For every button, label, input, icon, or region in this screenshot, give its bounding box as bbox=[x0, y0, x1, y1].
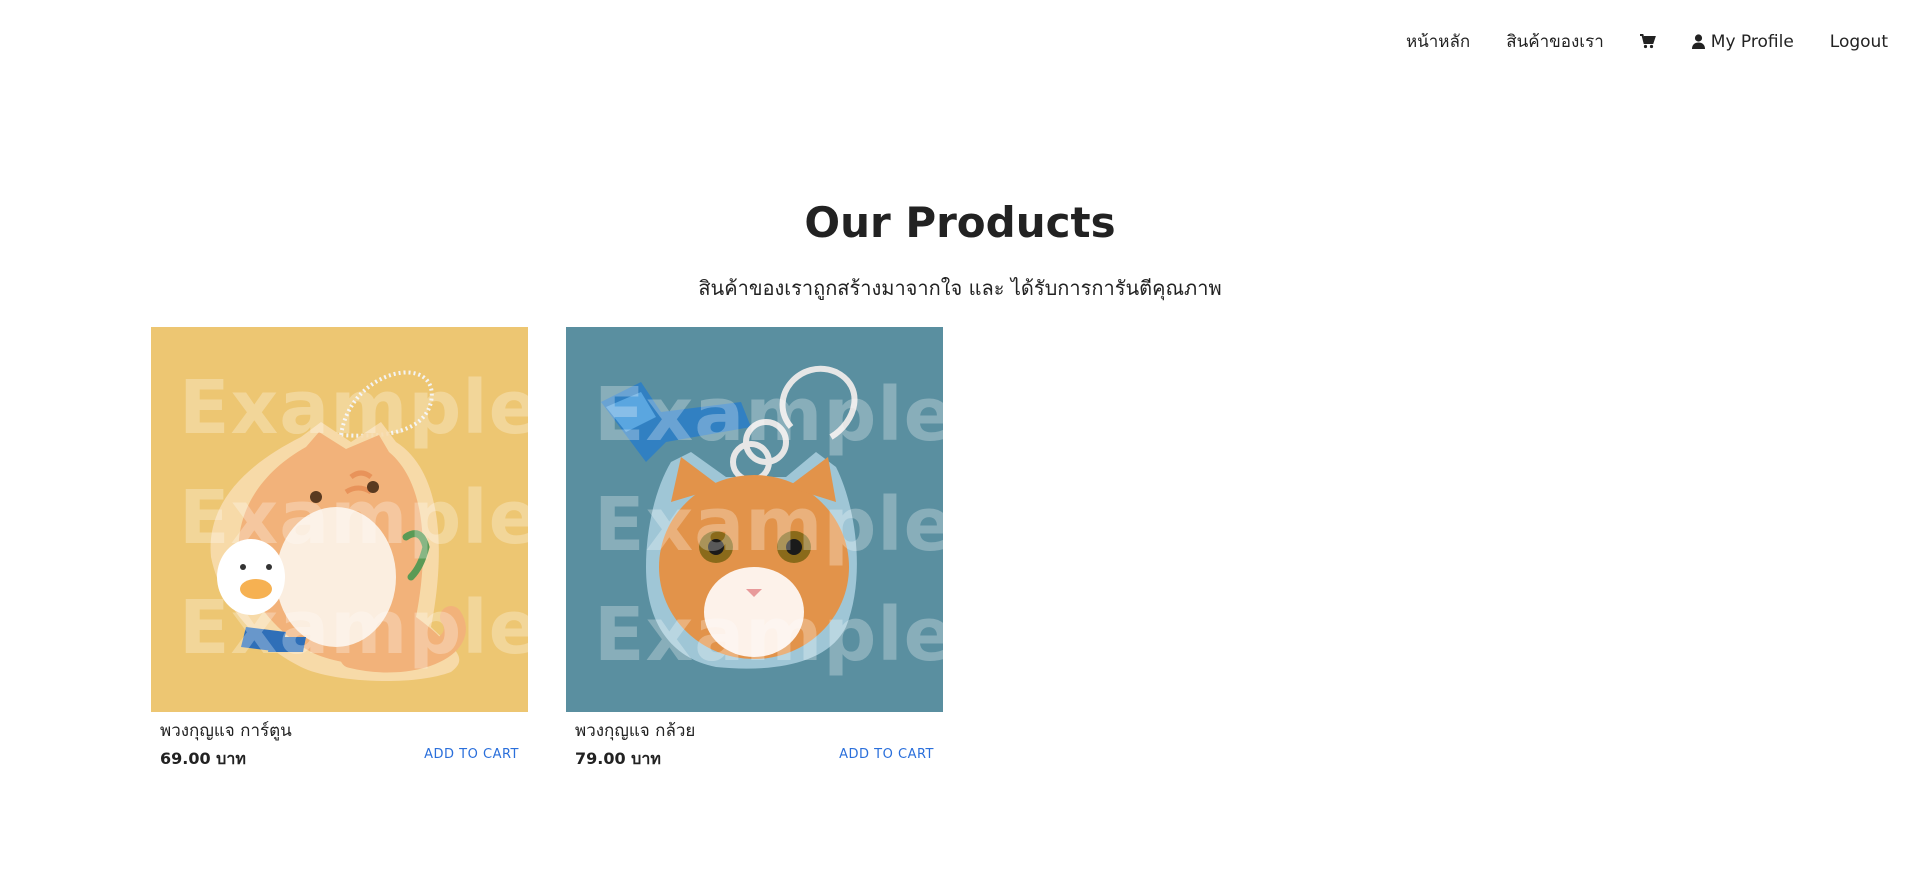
page-subtitle: สินค้าของเราถูกสร้างมาจากใจ และ ได้รับกา… bbox=[698, 276, 1222, 300]
nav-logout-link[interactable]: Logout bbox=[1830, 32, 1888, 52]
product-card: Example Example Example พวงกุญแจ กล้วย 7… bbox=[566, 327, 943, 777]
watermark-text: Example bbox=[179, 585, 528, 671]
product-name[interactable]: พวงกุญแจ การ์ตูน bbox=[160, 717, 292, 744]
user-icon bbox=[1691, 34, 1705, 49]
watermark-text: Example bbox=[594, 372, 943, 458]
top-nav: หน้าหลัก สินค้าของเรา My Profile Logout bbox=[1406, 28, 1888, 55]
product-price: 79.00 บาท bbox=[575, 749, 661, 768]
watermark-text: Example bbox=[594, 592, 943, 678]
nav-cart-link[interactable] bbox=[1639, 34, 1656, 49]
nav-profile-link[interactable]: My Profile bbox=[1691, 31, 1794, 52]
watermark-text: Example bbox=[179, 475, 528, 561]
watermark-text: Example bbox=[179, 365, 528, 451]
product-image[interactable]: Example Example Example bbox=[566, 327, 943, 712]
nav-home-link[interactable]: หน้าหลัก bbox=[1406, 28, 1470, 55]
nav-products-link[interactable]: สินค้าของเรา bbox=[1506, 28, 1604, 55]
cart-icon bbox=[1639, 34, 1656, 49]
product-image[interactable]: Example Example Example bbox=[151, 327, 528, 712]
watermark-text: Example bbox=[594, 482, 943, 568]
add-to-cart-button[interactable]: ADD TO CART bbox=[424, 747, 519, 762]
product-price: 69.00 บาท bbox=[160, 749, 246, 768]
product-name[interactable]: พวงกุญแจ กล้วย bbox=[575, 717, 695, 744]
add-to-cart-button[interactable]: ADD TO CART bbox=[839, 747, 934, 762]
page-title: Our Products bbox=[804, 198, 1116, 247]
product-card: Example Example Example พวงกุญแจ การ์ตูน… bbox=[151, 327, 528, 777]
profile-label: My Profile bbox=[1710, 31, 1794, 52]
